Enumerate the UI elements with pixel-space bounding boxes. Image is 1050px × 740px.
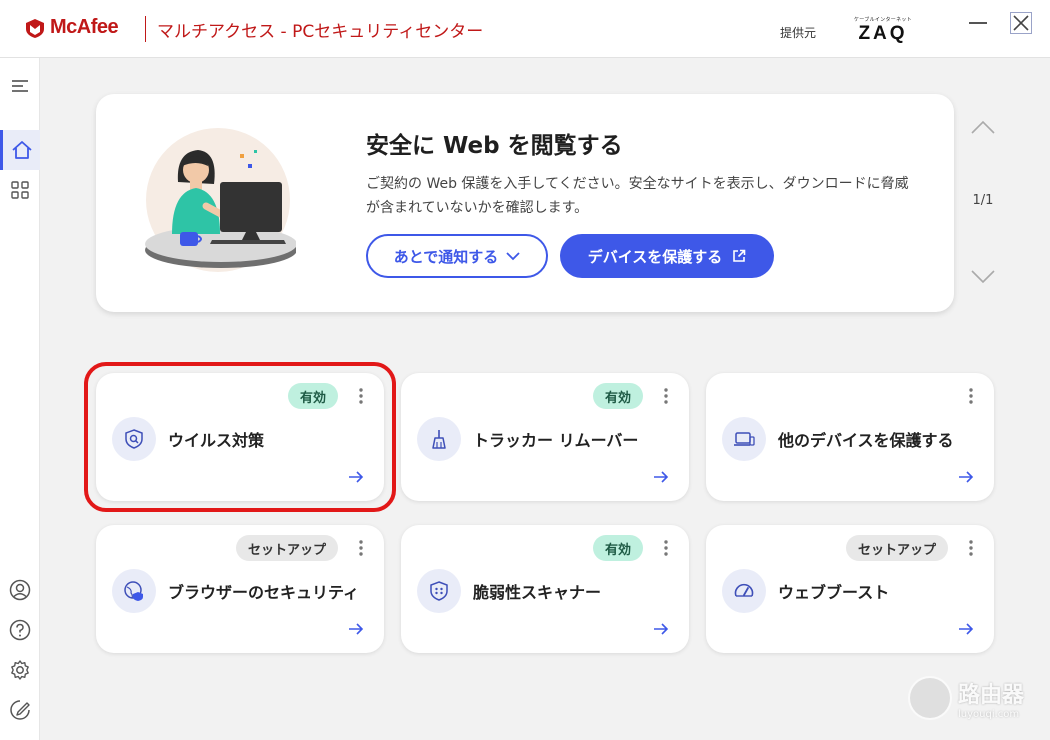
sidebar-item-home[interactable]: [0, 130, 40, 170]
card-icon-bg: [417, 569, 461, 613]
arrow-right-icon[interactable]: [958, 470, 974, 484]
menu-icon: [12, 80, 28, 92]
banner-title: 安全に Web を閲覧する: [366, 133, 623, 159]
watermark-subtext: luyouqi.com: [958, 708, 1020, 720]
globe-shield-icon: [124, 581, 143, 601]
watermark-router-icon: [908, 676, 952, 720]
sidebar: [0, 58, 40, 740]
card-icon-bg: [112, 417, 156, 461]
shield-scan-icon: [125, 429, 143, 449]
status-badge: 有効: [592, 535, 643, 561]
card-vulnerability-scanner[interactable]: 有効 脆弱性スキャナー: [401, 525, 689, 653]
home-icon: [11, 141, 32, 159]
app-title: マルチアクセス - PCセキュリティセンター: [157, 22, 484, 42]
pager-down-button[interactable]: [970, 266, 996, 286]
card-icon-bg: [722, 417, 766, 461]
close-icon: [1013, 15, 1029, 31]
mcafee-logo: McAfee: [24, 16, 119, 39]
more-vertical-icon[interactable]: [663, 387, 669, 405]
sidebar-item-feedback[interactable]: [0, 690, 40, 730]
provider-logo: ケーブルインターネット ZAQ: [850, 16, 916, 48]
card-icon-bg: [112, 569, 156, 613]
promo-banner: 安全に Web を閲覧する ご契約の Web 保護を入手してください。安全なサイ…: [96, 94, 954, 312]
more-vertical-icon[interactable]: [358, 387, 364, 405]
pager-up-button[interactable]: [970, 118, 996, 138]
status-badge: セットアップ: [845, 535, 948, 561]
arrow-right-icon[interactable]: [958, 622, 974, 636]
sidebar-menu-button[interactable]: [0, 66, 40, 106]
more-vertical-icon[interactable]: [358, 539, 364, 557]
arrow-right-icon[interactable]: [348, 470, 364, 484]
title-separator: [145, 16, 146, 42]
external-link-icon: [733, 249, 746, 262]
mcafee-shield-icon: [26, 18, 44, 38]
sidebar-item-account[interactable]: [0, 570, 40, 610]
laptop-icon: [734, 432, 755, 446]
sidebar-item-settings[interactable]: [0, 650, 40, 690]
close-button[interactable]: [1010, 12, 1032, 34]
provider-logo-tagline: ケーブルインターネット: [853, 17, 912, 23]
provider-label: 提供元: [780, 26, 817, 40]
banner-description: ご契約の Web 保護を入手してください。安全なサイトを表示し、ダウンロードに脅…: [366, 176, 909, 216]
arrow-right-icon[interactable]: [653, 622, 669, 636]
card-web-boost[interactable]: セットアップ ウェブブースト: [706, 525, 994, 653]
watermark: 路由器 luyouqi.com: [908, 676, 1024, 720]
card-label: ウイルス対策: [168, 431, 265, 450]
settings-icon: [11, 660, 29, 680]
card-protect-other-devices[interactable]: 他のデバイスを保護する: [706, 373, 994, 501]
remind-later-button[interactable]: あとで通知する: [366, 234, 548, 278]
card-label: 他のデバイスを保護する: [778, 431, 954, 450]
more-vertical-icon[interactable]: [968, 539, 974, 557]
card-icon-bg: [722, 569, 766, 613]
sidebar-item-apps[interactable]: [0, 170, 40, 210]
title-bar: McAfee マルチアクセス - PCセキュリティセンター 提供元 ケーブルイン…: [0, 0, 1050, 58]
apps-grid-icon: [11, 181, 29, 199]
status-badge: 有効: [287, 383, 338, 409]
provider-logo-name: ZAQ: [858, 23, 908, 44]
bug-shield-icon: [430, 581, 448, 601]
pager-indicator: 1/1: [972, 193, 994, 208]
card-tracker-remover[interactable]: 有効 トラッカー リムーバー: [401, 373, 689, 501]
watermark-text: 路由器: [958, 682, 1025, 708]
card-label: ブラウザーのセキュリティ: [168, 583, 360, 602]
minimize-button[interactable]: [969, 22, 987, 24]
arrow-right-icon[interactable]: [348, 622, 364, 636]
person-at-computer-illustration: [145, 128, 296, 272]
chevron-down-icon: [506, 252, 520, 261]
broom-icon: [432, 430, 446, 449]
sidebar-item-help[interactable]: [0, 610, 40, 650]
card-label: ウェブブースト: [778, 583, 890, 602]
feedback-icon: [10, 700, 30, 720]
brand-name: McAfee: [50, 16, 119, 38]
remind-later-label: あとで通知する: [393, 247, 499, 266]
card-label: トラッカー リムーバー: [473, 431, 639, 450]
more-vertical-icon[interactable]: [663, 539, 669, 557]
account-icon: [9, 579, 31, 601]
arrow-right-icon[interactable]: [653, 470, 669, 484]
protect-device-button[interactable]: デバイスを保護する: [560, 234, 774, 278]
status-badge: 有効: [592, 383, 643, 409]
more-vertical-icon[interactable]: [968, 387, 974, 405]
card-antivirus[interactable]: 有効 ウイルス対策: [96, 373, 384, 501]
card-icon-bg: [417, 417, 461, 461]
speedometer-icon: [734, 583, 754, 597]
help-icon: [9, 619, 31, 641]
status-badge: セットアップ: [235, 535, 338, 561]
card-browser-security[interactable]: セットアップ ブラウザーのセキュリティ: [96, 525, 384, 653]
protect-device-label: デバイスを保護する: [587, 247, 723, 266]
card-label: 脆弱性スキャナー: [473, 583, 602, 602]
